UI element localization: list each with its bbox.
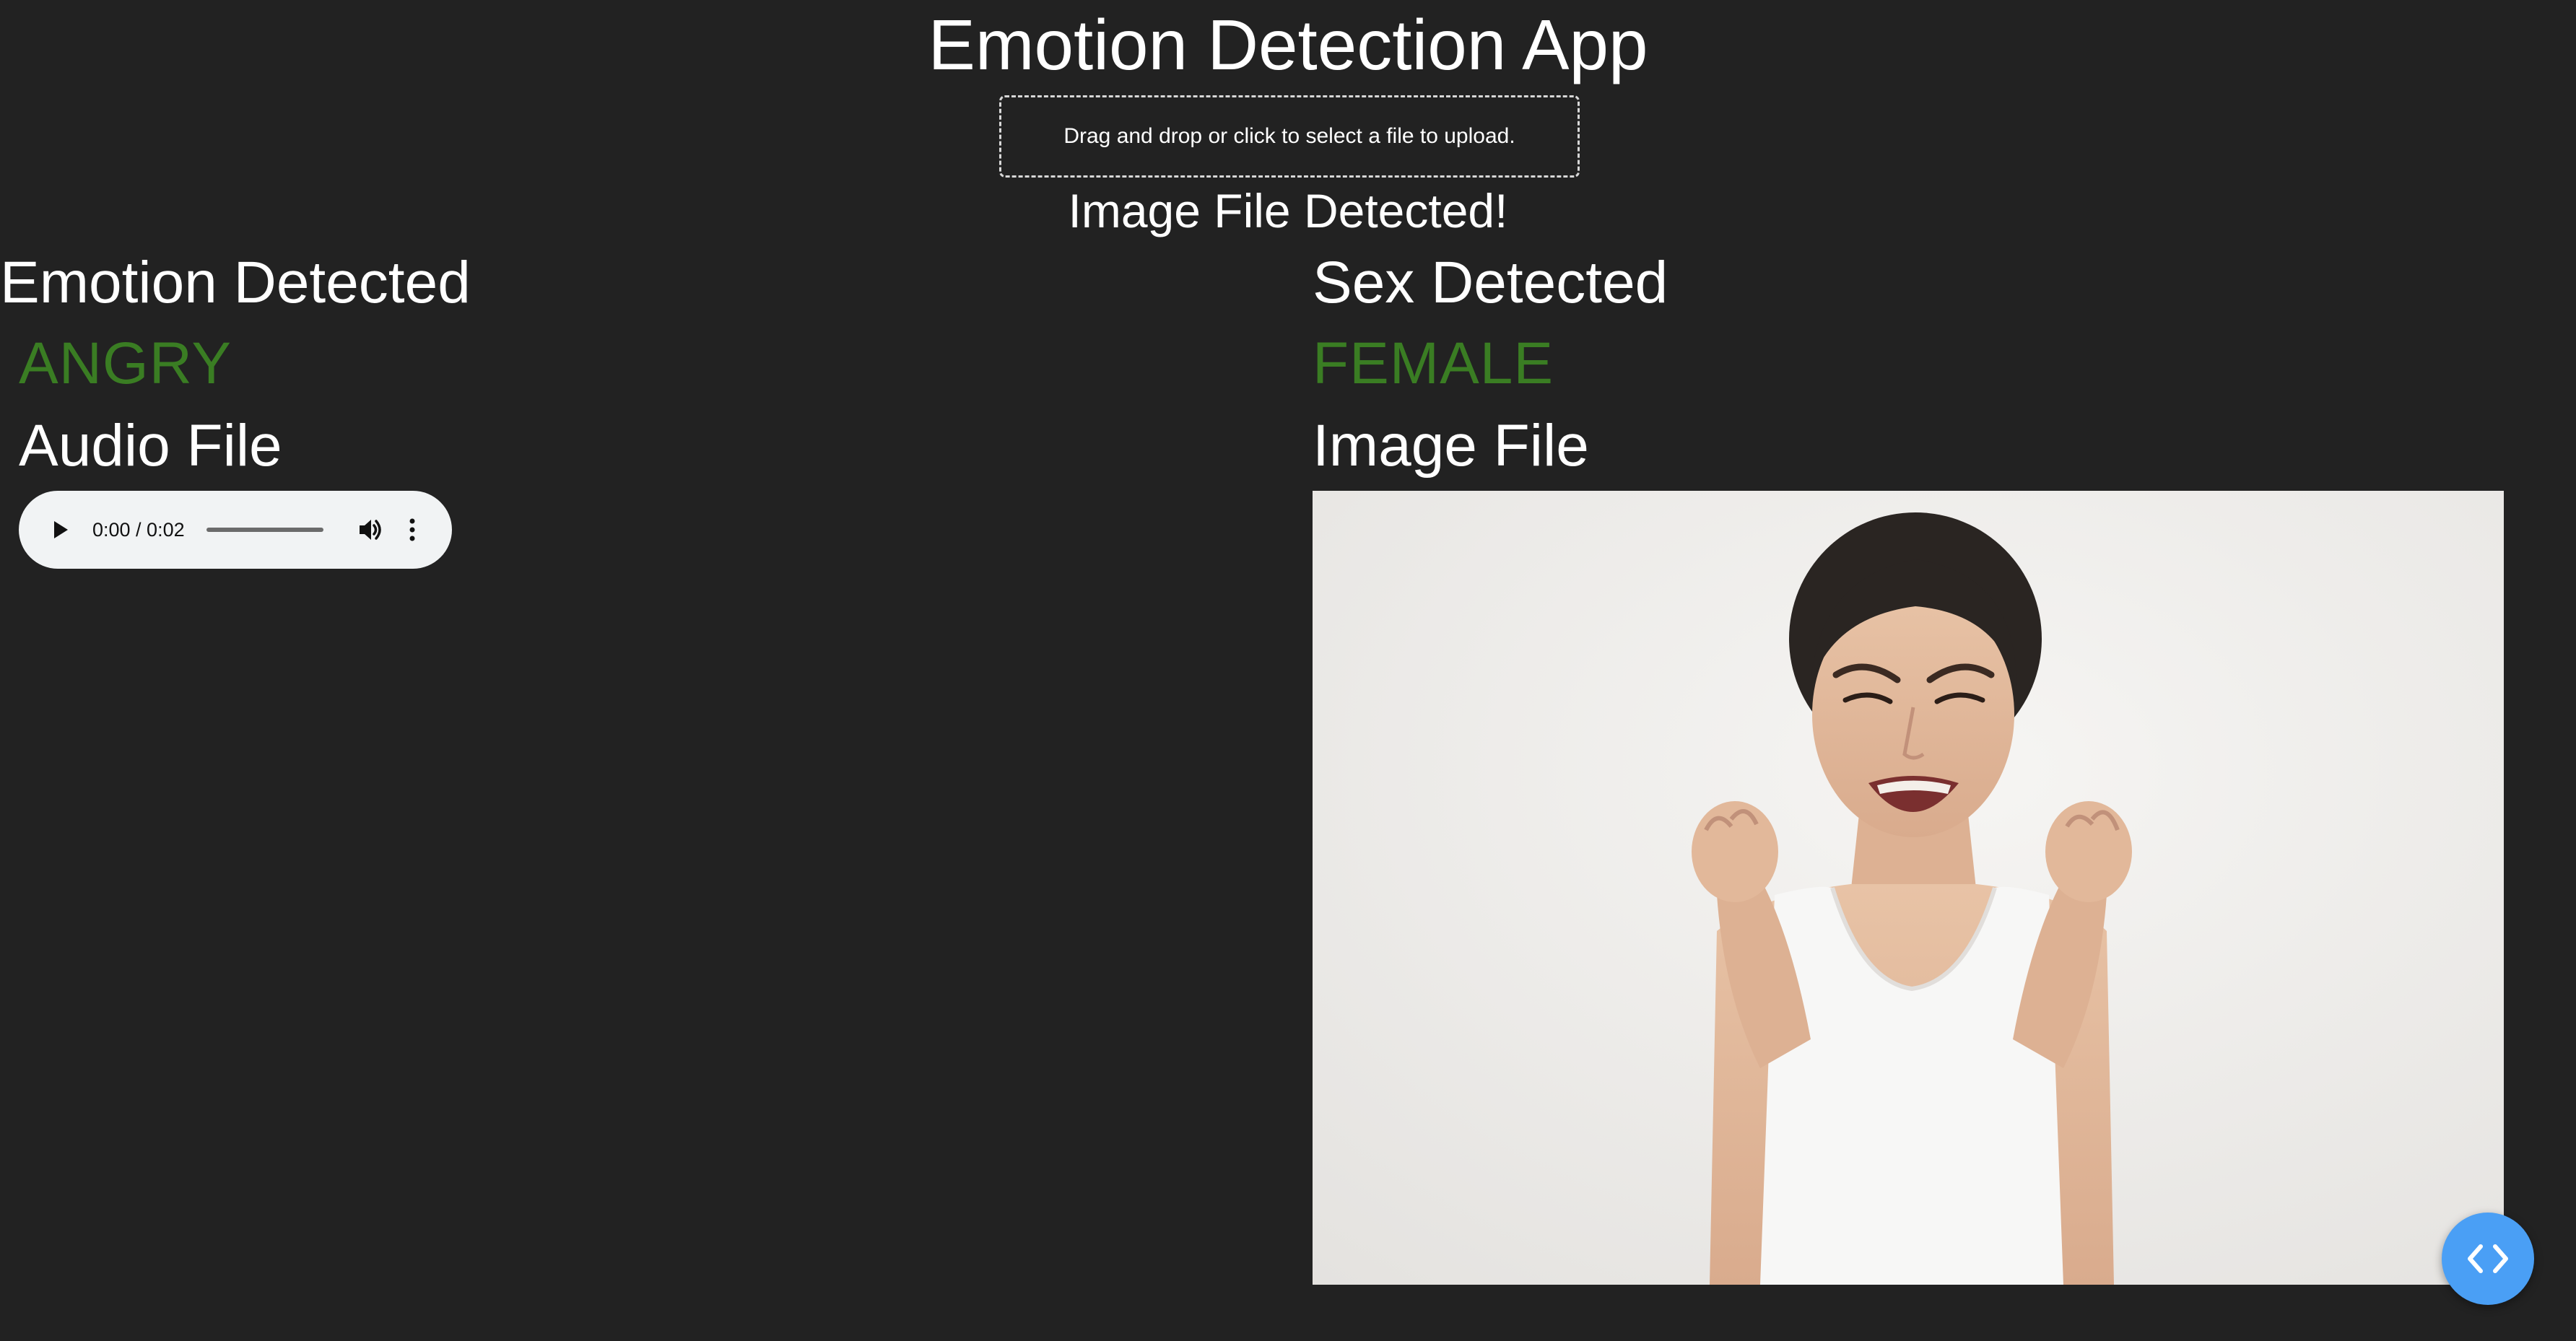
angry-woman-photo: [1313, 491, 2504, 1285]
code-brackets-icon: [2468, 1244, 2508, 1273]
page-title: Emotion Detection App: [928, 5, 1648, 84]
emotion-result: ANGRY: [19, 331, 232, 396]
uploaded-image: [1313, 491, 2504, 1285]
detection-status: Image File Detected!: [1068, 184, 1508, 237]
file-upload-dropzone[interactable]: Drag and drop or click to select a file …: [999, 95, 1580, 178]
volume-icon: [359, 520, 381, 540]
audio-time: 0:00 / 0:02: [92, 518, 185, 541]
more-options-button[interactable]: [401, 515, 423, 544]
audio-progress-slider[interactable]: [206, 528, 323, 532]
code-toggle-button[interactable]: [2442, 1213, 2534, 1305]
image-heading: Image File: [1313, 413, 1589, 479]
play-icon: [54, 521, 68, 538]
emotion-heading: Emotion Detected: [0, 250, 471, 315]
sex-result: FEMALE: [1313, 331, 1554, 396]
play-button[interactable]: [46, 515, 75, 544]
volume-button[interactable]: [357, 515, 386, 544]
audio-heading: Audio File: [19, 413, 282, 479]
more-vertical-icon: [409, 518, 415, 541]
upload-prompt: Drag and drop or click to select a file …: [1063, 124, 1515, 148]
sex-heading: Sex Detected: [1313, 250, 1668, 315]
app-root: Emotion Detection App Drag and drop or c…: [0, 0, 2576, 1341]
audio-player: 0:00 / 0:02: [19, 491, 452, 569]
